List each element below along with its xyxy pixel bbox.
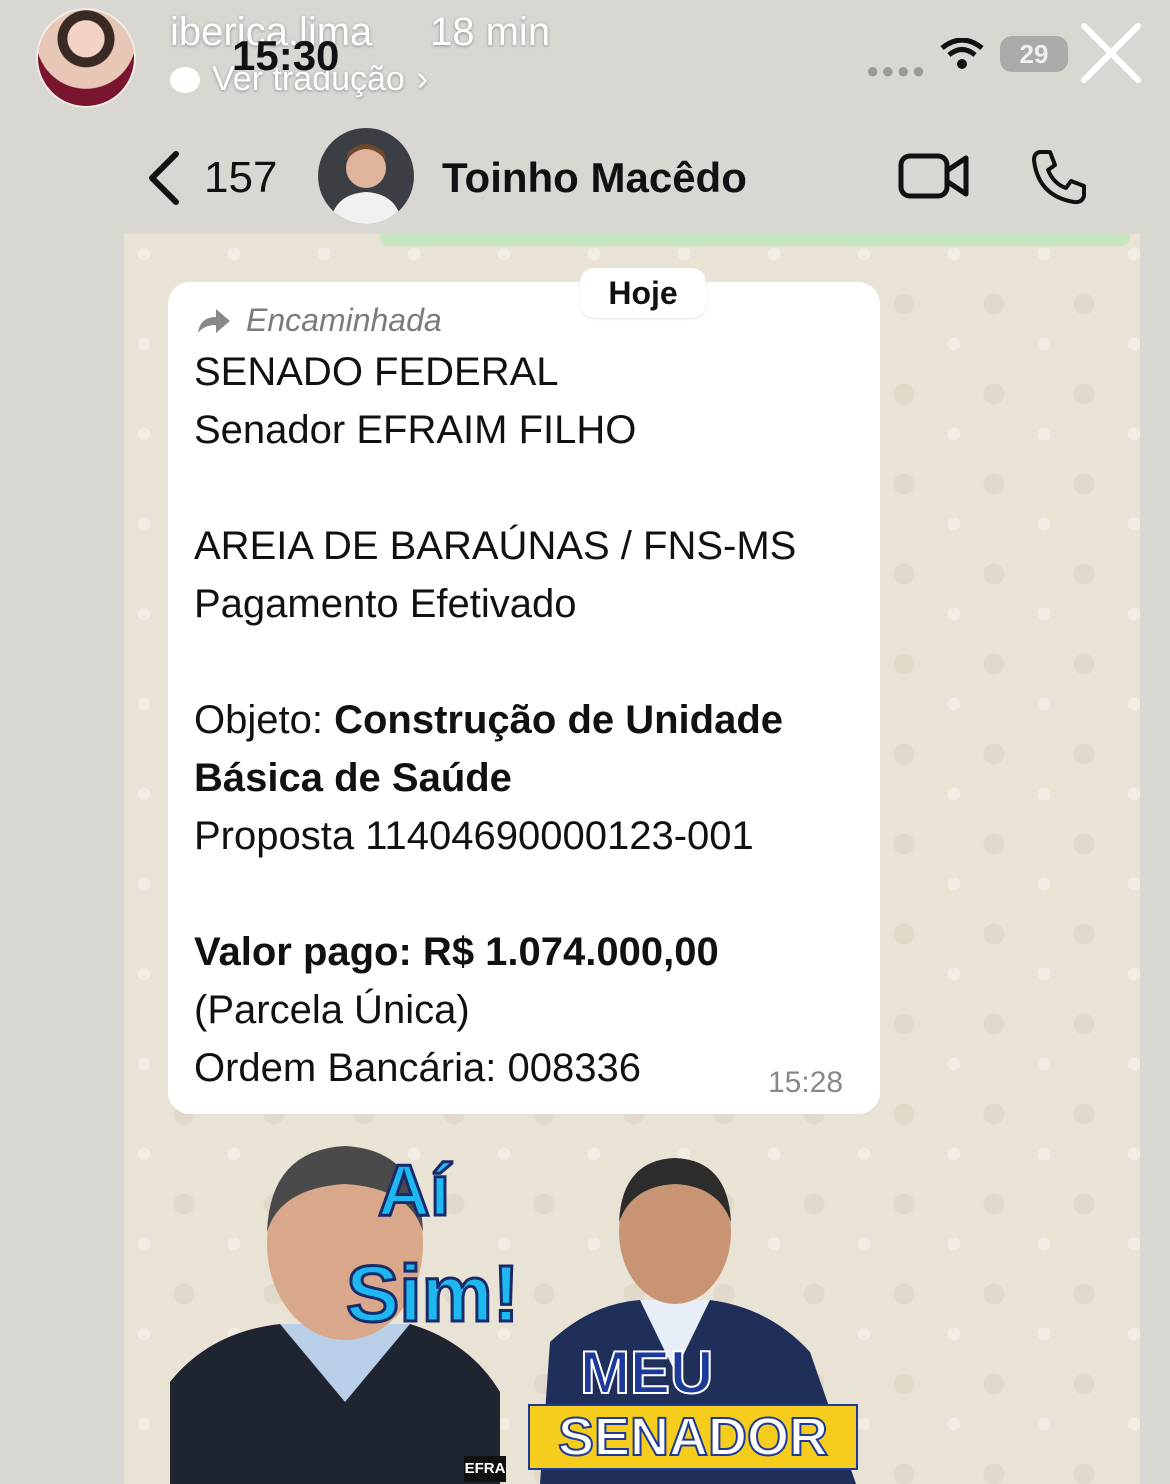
message-line-parcela: (Parcela Única) [194,988,470,1032]
campaign-text-sim: Sim! [344,1248,520,1340]
message-line-pagamento: Pagamento Efetivado [194,582,577,626]
contact-avatar[interactable] [318,128,414,224]
phone-call-icon[interactable] [1030,148,1088,206]
campaign-text-senador: SENADOR [528,1404,858,1470]
previous-message-edge [380,234,1130,246]
message-line-objeto: Objeto: Construção de Unidade [194,698,783,743]
campaign-text-meu: MEU [579,1338,714,1407]
video-call-icon[interactable] [898,150,970,202]
date-chip: Hoje [580,268,706,318]
chevron-left-icon [149,151,179,205]
message-line-municipio: AREIA DE BARAÚNAS / FNS-MS [194,524,797,568]
campaign-text-ai: Aí [377,1150,452,1233]
back-button[interactable]: 157 [146,150,277,206]
translate-bubble-icon [170,66,200,93]
forwarded-label: Encaminhada [246,302,442,338]
story-elapsed-time: 18 min [430,10,551,54]
wifi-icon [940,38,984,69]
story-user-avatar[interactable] [36,8,136,108]
message-line-senado: SENADO FEDERAL [194,350,559,394]
chevron-right-icon: › [416,60,429,98]
message-timestamp: 15:28 [768,1066,844,1099]
message-line-ordem: Ordem Bancária: 008336 [194,1046,641,1090]
objeto-label: Objeto: [194,698,335,742]
contact-name[interactable]: Toinho Macêdo [442,154,747,202]
message-line-proposta: Proposta 11404690000123-001 [194,814,754,858]
campaign-watermark: EFRA [464,1456,506,1482]
battery-icon: 29 [1000,36,1068,72]
message-line-senador: Senador EFRAIM FILHO [194,408,637,452]
signal-icon: ●●●● [866,58,928,83]
forwarded-indicator: Encaminhada [196,302,442,339]
person-photo-icon [330,144,402,224]
status-time: 15:30 [232,32,340,79]
message-line-valor: Valor pago: R$ 1.074.000,00 [194,930,719,974]
objeto-value: Construção de Unidade [334,698,784,742]
message-line-objeto-cont: Básica de Saúde [194,756,512,800]
forward-arrow-icon [198,308,230,333]
close-icon[interactable] [1080,22,1142,84]
unread-count: 157 [204,153,278,202]
